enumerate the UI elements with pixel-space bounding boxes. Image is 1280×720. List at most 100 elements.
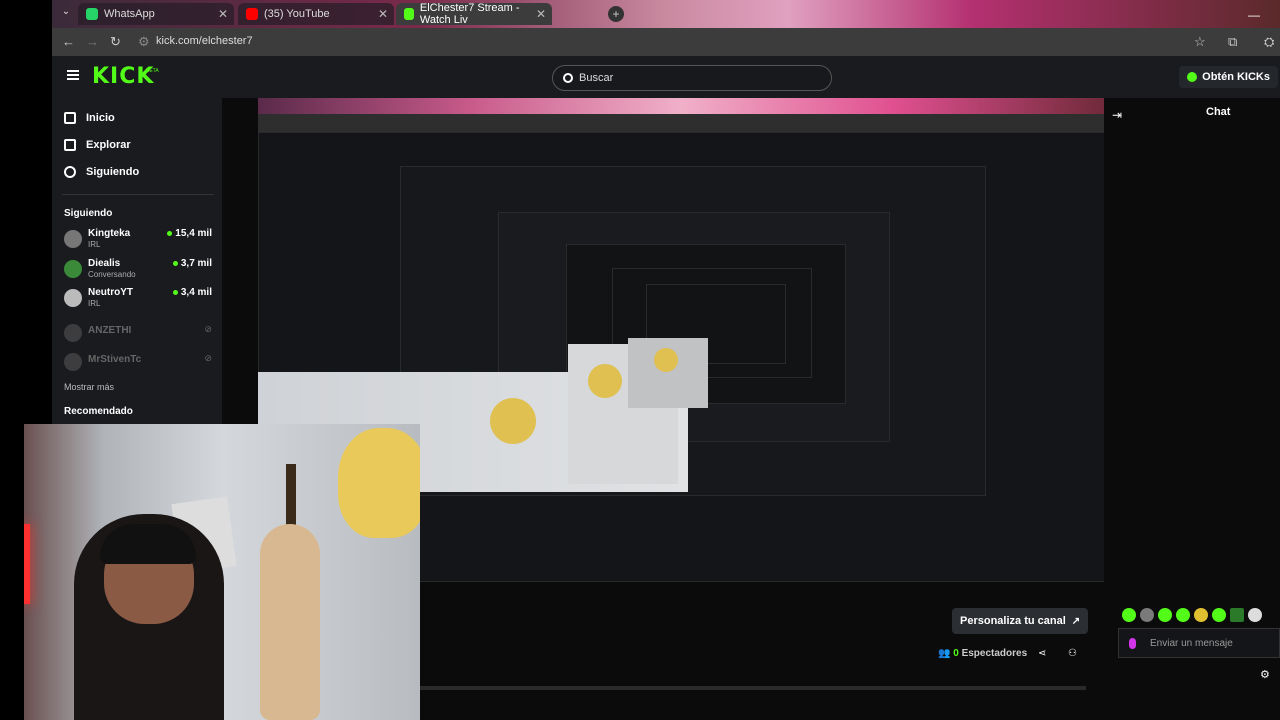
search-input[interactable]: Buscar	[552, 65, 832, 91]
beta-badge: BETA	[146, 68, 159, 74]
profile-icon[interactable]: ⛭	[1264, 34, 1274, 50]
search-placeholder: Buscar	[579, 72, 614, 84]
site-info-icon[interactable]: ⚙	[138, 34, 150, 50]
browse-icon	[64, 139, 76, 151]
viewers-icon: 👥	[938, 648, 951, 659]
avatar	[64, 324, 82, 342]
emote-icon[interactable]	[1140, 608, 1154, 622]
microphone-icon[interactable]	[1129, 637, 1136, 649]
emote-icon[interactable]	[1248, 608, 1262, 622]
viewers-count: 0	[953, 648, 959, 659]
nested-address-bar	[258, 114, 1105, 132]
tab-label: ElChester7 Stream - Watch Liv	[419, 2, 520, 26]
customize-channel-button[interactable]: Personaliza tu canal ↗	[952, 608, 1089, 634]
forward-icon[interactable]: →	[86, 34, 99, 49]
chat-input-placeholder: Enviar un mensaje	[1150, 637, 1233, 649]
new-tab-icon[interactable]: +	[608, 6, 624, 22]
offline-icon: ⊘	[204, 324, 212, 334]
tab-youtube[interactable]: (35) YouTube ✕	[238, 3, 394, 25]
avatar	[64, 260, 82, 278]
emote-icon[interactable]	[1176, 608, 1190, 622]
viewer-count-text: 3,7 mil	[180, 258, 212, 269]
followed-channel-mrstiventc[interactable]: MrStivenTc ⊘	[64, 351, 212, 379]
tab-search-icon[interactable]: ⌄	[58, 6, 74, 22]
emote-icon[interactable]	[1194, 608, 1208, 622]
browser-tab-bar: ⌄ WhatsApp ✕ (35) YouTube ✕ ElChester7 S…	[52, 0, 1280, 28]
menu-icon[interactable]	[67, 70, 79, 80]
streamer-hair	[100, 524, 196, 564]
close-tab-icon[interactable]: ✕	[218, 7, 228, 21]
bookmark-star-icon[interactable]: ☆	[1194, 34, 1206, 50]
channel-category: Conversando	[88, 270, 136, 279]
sidebar: Inicio Explorar Siguiendo Siguiendo King…	[52, 98, 222, 428]
youtube-icon	[246, 8, 258, 20]
following-heading: Siguiendo	[64, 208, 113, 219]
kick-icon	[404, 8, 414, 20]
channel-name: NeutroYT	[88, 287, 133, 298]
emote-icon[interactable]	[1212, 608, 1226, 622]
chat-message-input[interactable]: Enviar un mensaje	[1118, 628, 1280, 658]
whatsapp-icon	[86, 8, 98, 20]
nested-tab-bar	[258, 98, 1105, 114]
followed-channel-anzethi[interactable]: ANZETHI ⊘	[64, 322, 212, 350]
channel-category: IRL	[88, 240, 101, 249]
avatar	[64, 353, 82, 371]
viewer-counter: 👥 0 Espectadores	[938, 648, 1027, 659]
sidebar-item-browse[interactable]: Explorar	[64, 139, 131, 151]
back-icon[interactable]: ←	[62, 34, 75, 49]
live-dot-icon	[167, 231, 173, 236]
viewer-count: 3,4 mil	[172, 287, 212, 298]
collapse-chat-icon[interactable]: ⇥	[1112, 108, 1122, 122]
sidebar-item-following[interactable]: Siguiendo	[64, 166, 139, 178]
url-field[interactable]: kick.com/elchester7	[156, 35, 253, 47]
followed-channel-diealis[interactable]: Diealis Conversando 3,7 mil	[64, 258, 212, 286]
webcam-overlay	[24, 424, 420, 720]
viewers-label: Espectadores	[961, 648, 1028, 659]
red-light	[24, 524, 30, 604]
home-icon	[64, 112, 76, 124]
followed-channel-neutroyt[interactable]: NeutroYT IRL 3,4 mil	[64, 287, 212, 315]
hat	[338, 428, 420, 538]
sidebar-item-label: Siguiendo	[86, 166, 140, 178]
share-icon[interactable]: ⋖	[1038, 648, 1046, 659]
get-kicks-label: Obtén KICKs	[1202, 71, 1270, 83]
follow-user-icon[interactable]: ⚇	[1068, 648, 1077, 659]
customize-channel-label: Personaliza tu canal	[960, 615, 1066, 627]
sidebar-item-label: Explorar	[86, 139, 131, 151]
channel-name: MrStivenTc	[88, 354, 142, 365]
tab-label: WhatsApp	[104, 8, 155, 20]
tab-label: (35) YouTube	[264, 8, 330, 20]
guitar	[260, 524, 320, 720]
kicks-coin-icon	[1187, 72, 1198, 82]
followed-channel-kingteka[interactable]: Kingteka IRL 15,4 mil	[64, 228, 212, 256]
live-dot-icon	[172, 261, 178, 266]
avatar	[64, 230, 82, 248]
nested-hat	[490, 398, 536, 444]
address-bar: ← → ↻ ⚙ kick.com/elchester7 ☆ ⧉ ⛭	[52, 28, 1280, 56]
emote-icon[interactable]	[1158, 608, 1172, 622]
nested-hat-3	[654, 348, 678, 372]
minimize-icon[interactable]: —	[1248, 8, 1260, 22]
extensions-icon[interactable]: ⧉	[1228, 34, 1237, 50]
close-tab-icon[interactable]: ✕	[378, 7, 388, 21]
tab-kick-stream[interactable]: ElChester7 Stream - Watch Liv ✕	[396, 2, 552, 26]
channel-name: Diealis	[88, 258, 121, 269]
offline-icon: ⊘	[204, 353, 212, 363]
emote-icon[interactable]	[1122, 608, 1136, 622]
get-kicks-button[interactable]: Obtén KICKs	[1179, 66, 1278, 88]
chat-settings-icon[interactable]: ⚙	[1260, 668, 1270, 681]
kick-header: KICK BETA Buscar Obtén KICKs	[52, 56, 1280, 98]
reload-icon[interactable]: ↻	[110, 34, 121, 50]
sidebar-item-home[interactable]: Inicio	[64, 112, 115, 124]
close-tab-icon[interactable]: ✕	[536, 7, 546, 21]
sidebar-item-label: Inicio	[86, 112, 115, 124]
show-more-link[interactable]: Mostrar más	[64, 382, 114, 392]
viewer-count: 3,7 mil	[172, 258, 212, 269]
emote-icon[interactable]	[1230, 608, 1244, 622]
tab-whatsapp[interactable]: WhatsApp ✕	[78, 3, 234, 25]
channel-name: ANZETHI	[88, 325, 132, 336]
chat-panel: ⇥ Chat Enviar un mensaje ⚙	[1104, 98, 1280, 720]
channel-name: Kingteka	[88, 228, 131, 239]
search-icon	[563, 73, 573, 83]
viewer-count-text: 15,4 mil	[175, 228, 212, 239]
